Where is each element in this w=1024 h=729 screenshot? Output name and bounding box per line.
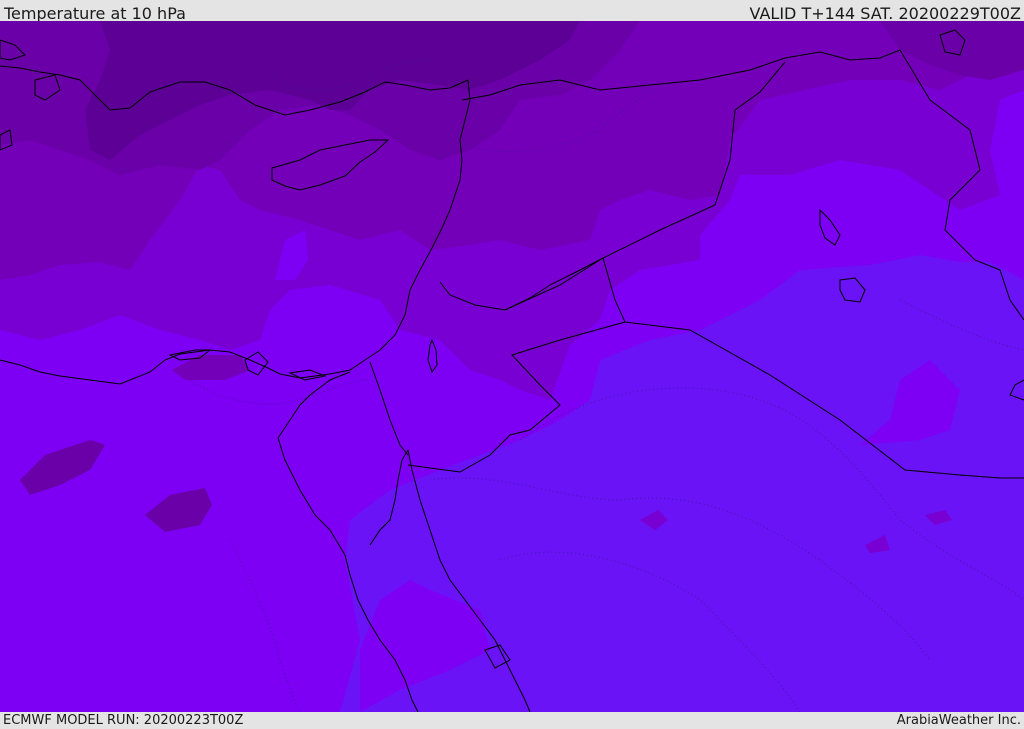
weather-map bbox=[0, 21, 1024, 712]
temperature-field-svg bbox=[0, 21, 1024, 712]
bottom-bar: ECMWF MODEL RUN: 20200223T00Z ArabiaWeat… bbox=[0, 712, 1024, 729]
top-bar: Temperature at 10 hPa VALID T+144 SAT. 2… bbox=[0, 0, 1024, 23]
model-run-label: ECMWF MODEL RUN: 20200223T00Z bbox=[3, 713, 244, 728]
credit-label: ArabiaWeather Inc. bbox=[896, 713, 1021, 728]
